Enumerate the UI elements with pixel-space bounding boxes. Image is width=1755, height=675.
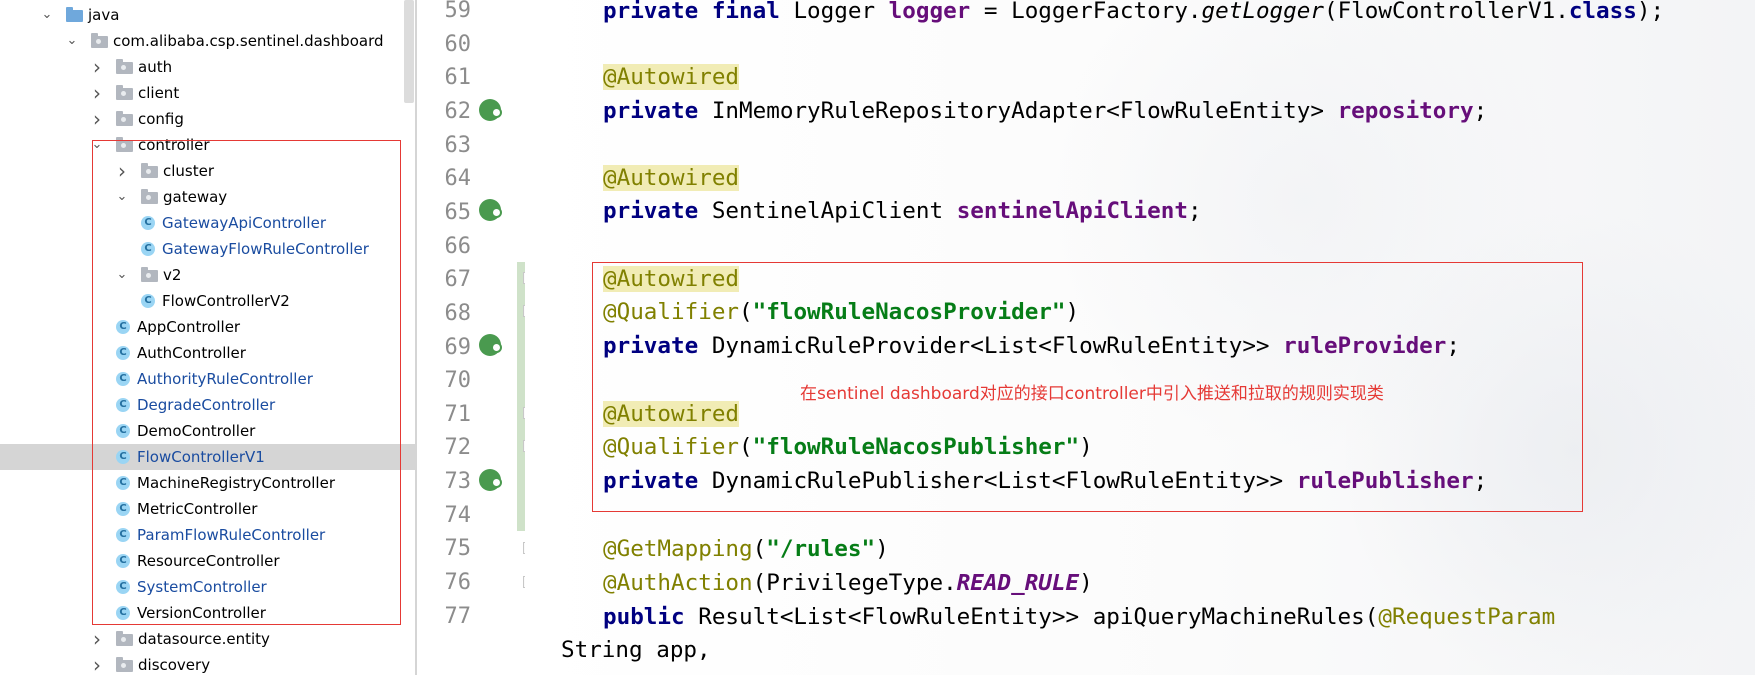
chevron-right-icon[interactable]: › bbox=[90, 80, 104, 106]
tree-item-label: datasource.entity bbox=[138, 630, 270, 648]
line-number: 75 bbox=[444, 536, 472, 562]
bean-icon[interactable] bbox=[479, 469, 502, 491]
tree-item-label: config bbox=[138, 110, 184, 128]
line-number: 72 bbox=[444, 435, 472, 461]
chevron-right-icon[interactable]: › bbox=[90, 626, 104, 652]
tree-item-package[interactable]: › datasource.entity bbox=[0, 626, 415, 652]
line-number: 65 bbox=[444, 199, 472, 225]
code-line-64: @Autowired bbox=[603, 165, 740, 191]
line-number: 61 bbox=[444, 65, 472, 91]
line-number: 63 bbox=[444, 132, 472, 158]
tree-item-package[interactable]: ⌄ java bbox=[0, 2, 415, 28]
line-number: 68 bbox=[444, 300, 472, 326]
code-line-65: private SentinelApiClient sentinelApiCli… bbox=[603, 198, 1202, 224]
chevron-right-icon[interactable]: › bbox=[90, 106, 104, 132]
tree-item-label: com.alibaba.csp.sentinel.dashboard bbox=[113, 32, 384, 50]
tree-item-label: auth bbox=[138, 58, 173, 76]
bean-icon[interactable] bbox=[479, 99, 502, 121]
tree-highlight-box bbox=[92, 140, 401, 625]
code-line-61: @Autowired bbox=[603, 64, 740, 90]
line-number: 64 bbox=[444, 166, 472, 192]
code-line-59: private final Logger logger = LoggerFact… bbox=[603, 0, 1665, 24]
tree-item-package[interactable]: › discovery bbox=[0, 652, 415, 675]
chevron-right-icon[interactable]: › bbox=[90, 54, 104, 80]
tree-item-package[interactable]: ⌄ com.alibaba.csp.sentinel.dashboard bbox=[0, 28, 415, 54]
package-icon bbox=[116, 111, 133, 126]
bean-icon[interactable] bbox=[479, 199, 502, 221]
tree-item-package[interactable]: › config bbox=[0, 106, 415, 132]
tree-scrollbar[interactable] bbox=[404, 0, 414, 103]
code-line-76: @AuthAction(PrivilegeType.READ_RULE) bbox=[603, 570, 1093, 596]
annotation-note: 在sentinel dashboard对应的接口controller中引入推送和… bbox=[800, 384, 1384, 404]
line-number: 74 bbox=[444, 502, 472, 528]
package-icon bbox=[116, 59, 133, 74]
tree-item-label: java bbox=[88, 6, 120, 24]
package-icon bbox=[116, 631, 133, 646]
bean-icon[interactable] bbox=[479, 334, 502, 356]
code-line-77: public Result<List<FlowRuleEntity>> apiQ… bbox=[603, 604, 1556, 630]
line-number: 69 bbox=[444, 334, 472, 360]
tree-item-package[interactable]: › client bbox=[0, 80, 415, 106]
line-number: 73 bbox=[444, 469, 472, 495]
code-line-75: @GetMapping("/rules") bbox=[603, 536, 889, 562]
line-number: 77 bbox=[444, 603, 472, 629]
line-number: 76 bbox=[444, 570, 472, 596]
chevron-down-icon[interactable]: ⌄ bbox=[40, 2, 54, 28]
tree-item-package[interactable]: › auth bbox=[0, 54, 415, 80]
line-number: 70 bbox=[444, 368, 472, 394]
code-line-62: private InMemoryRuleRepositoryAdapter<Fl… bbox=[603, 98, 1488, 124]
chevron-right-icon[interactable]: › bbox=[90, 652, 104, 675]
tree-item-label: client bbox=[138, 84, 180, 102]
package-icon bbox=[116, 657, 133, 672]
tree-item-label: discovery bbox=[138, 656, 211, 674]
line-number: 67 bbox=[444, 267, 472, 293]
source-folder-icon bbox=[66, 7, 83, 22]
line-number: 62 bbox=[444, 98, 472, 124]
package-icon bbox=[91, 33, 108, 48]
line-number: 71 bbox=[444, 401, 472, 427]
line-number: 60 bbox=[444, 31, 472, 57]
line-number: 59 bbox=[444, 0, 472, 23]
package-icon bbox=[116, 85, 133, 100]
line-number: 66 bbox=[444, 233, 472, 259]
chevron-down-icon[interactable]: ⌄ bbox=[65, 28, 79, 54]
code-line-77-continued: String app, bbox=[561, 637, 711, 663]
